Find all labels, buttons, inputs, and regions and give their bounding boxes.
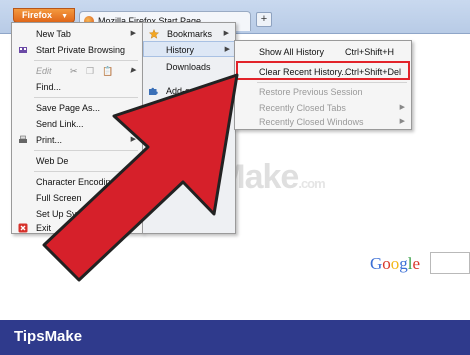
menu-item-add-ons[interactable]: Add-ons xyxy=(142,83,236,99)
copy-icon: ❐ xyxy=(86,66,95,76)
firefox-main-menu: New Tab ▶ Start Private Browsing Edit ✂ ❐… xyxy=(11,22,143,234)
submenu-arrow-icon: ▶ xyxy=(224,46,230,53)
history-submenu: Show All History Ctrl+Shift+H Clear Recen… xyxy=(234,40,412,130)
private-browsing-icon xyxy=(19,47,27,53)
paste-icon: 📋 xyxy=(102,66,114,76)
menu-separator xyxy=(257,82,407,83)
submenu-arrow-icon: ▶ xyxy=(399,118,405,125)
menu-item-exit[interactable]: Exit xyxy=(12,220,142,236)
printer-icon xyxy=(19,135,27,143)
menu-item-private-browsing[interactable]: Start Private Browsing xyxy=(12,42,142,58)
new-tab-button[interactable]: + xyxy=(256,12,272,27)
menu-item-print[interactable]: Print... ▶ xyxy=(12,132,142,148)
menu-item-full-screen[interactable]: Full Screen xyxy=(12,190,142,206)
puzzle-icon xyxy=(149,87,158,95)
history-item-restore-session[interactable]: Restore Previous Session xyxy=(235,84,411,100)
red-highlight-box xyxy=(236,61,410,80)
cut-icon: ✂ xyxy=(70,66,78,76)
menu-item-edit[interactable]: Edit ✂ ❐ 📋 ▶ xyxy=(12,63,142,79)
history-item-closed-windows[interactable]: Recently Closed Windows ▶ xyxy=(235,114,411,130)
menu-item-history[interactable]: History ▶ xyxy=(142,42,236,58)
menu-separator xyxy=(34,150,138,151)
menu-separator xyxy=(34,171,138,172)
submenu-arrow-icon: ▶ xyxy=(130,67,136,74)
submenu-arrow-icon: ▶ xyxy=(130,136,136,143)
firefox-menu-label: Firefox xyxy=(22,10,53,20)
google-logo: Google xyxy=(370,254,421,273)
submenu-arrow-icon: ▶ xyxy=(223,30,229,37)
footer-brand: TipsMake xyxy=(14,328,83,345)
firefox-menu-button[interactable]: Firefox ▼ xyxy=(13,8,75,23)
google-search-input[interactable] xyxy=(430,252,470,274)
menu-item-downloads[interactable]: Downloads xyxy=(142,59,236,75)
menu-separator xyxy=(34,97,138,98)
menu-item-options[interactable]: Opt xyxy=(142,99,236,115)
menu-item-find[interactable]: Find... xyxy=(12,79,142,95)
menu-item-bookmarks[interactable]: Bookmarks ▶ xyxy=(143,26,235,42)
exit-icon xyxy=(18,223,28,233)
menu-item-send-link[interactable]: Send Link... xyxy=(12,116,142,132)
menu-item-web-developer[interactable]: Web De xyxy=(12,153,142,169)
star-icon xyxy=(149,29,159,39)
footer-banner: TipsMake xyxy=(0,320,470,355)
history-item-show-all[interactable]: Show All History Ctrl+Shift+H xyxy=(235,44,411,60)
menu-item-character-encoding[interactable]: Character Encoding xyxy=(12,174,142,190)
menu-item-new-tab[interactable]: New Tab ▶ xyxy=(12,26,142,42)
submenu-arrow-icon: ▶ xyxy=(130,30,136,37)
menu-item-save-page[interactable]: Save Page As... xyxy=(12,100,142,116)
menu-separator xyxy=(34,60,138,61)
